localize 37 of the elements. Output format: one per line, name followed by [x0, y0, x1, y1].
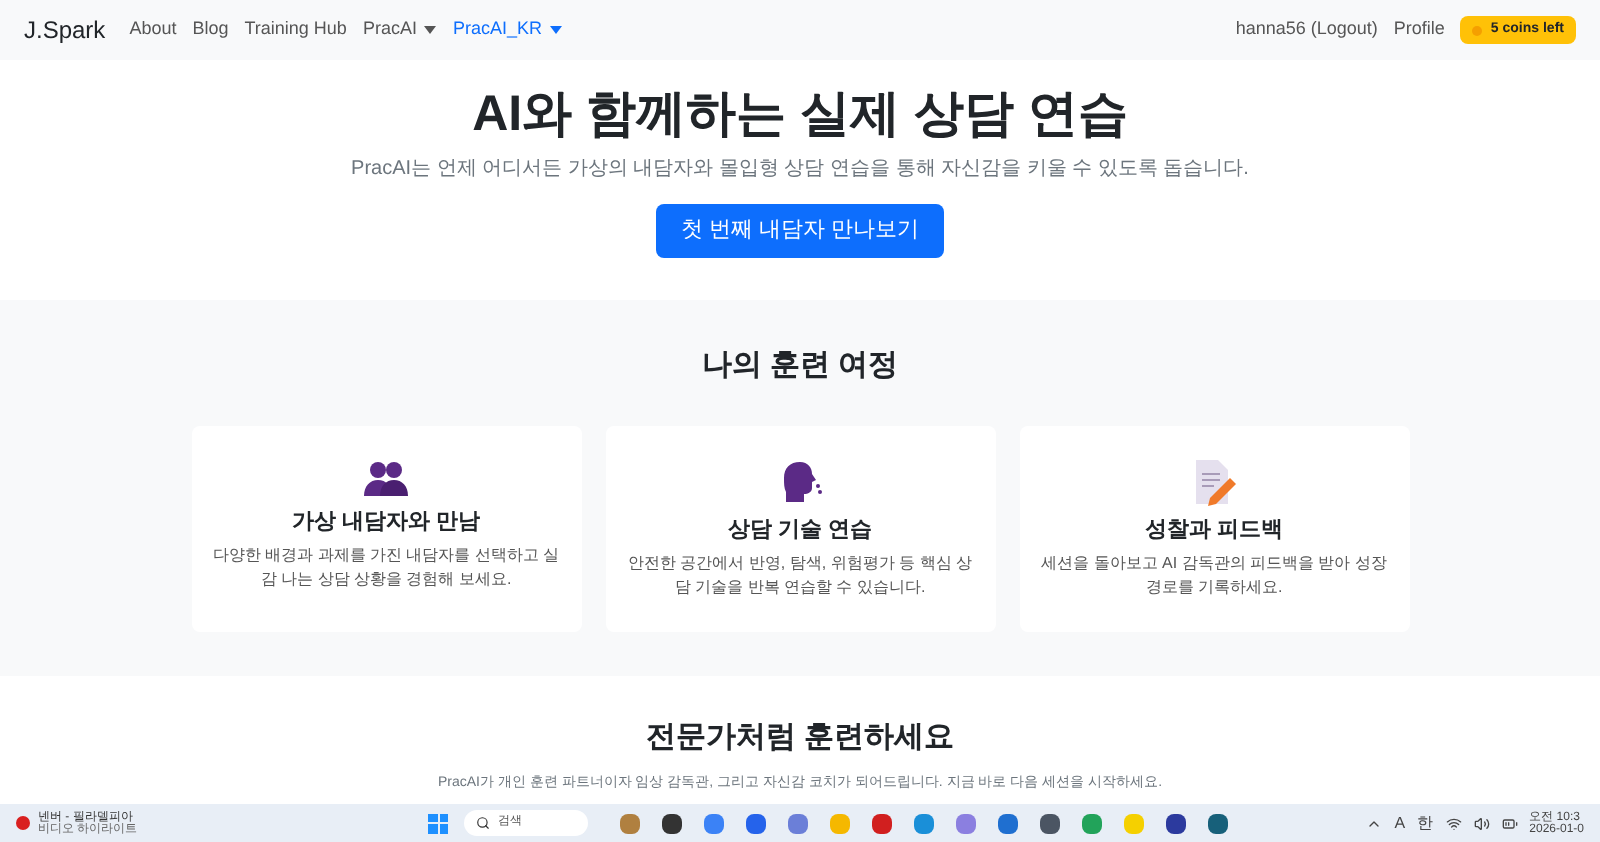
- windows-start-icon[interactable]: [428, 813, 448, 833]
- section-title: 전문가처럼 훈련하세요: [645, 718, 955, 758]
- card-text: 세션을 돌아보고 AI 감독관의 피드백을 받아 성장 경로를 기록하세요.: [1039, 552, 1389, 599]
- hero-title: AI와 함께하는 실제 상담 연습: [472, 84, 1128, 146]
- ime-indicator[interactable]: 한: [1417, 811, 1434, 835]
- card-title: 성찰과 피드백: [1144, 515, 1284, 545]
- nav-link[interactable]: PracAI: [362, 16, 437, 44]
- nav-link[interactable]: Training Hub: [244, 16, 347, 44]
- app-icon[interactable]: [1040, 813, 1060, 833]
- card-title: 상담 기술 연습: [727, 515, 873, 545]
- battery-icon: [1501, 815, 1518, 831]
- nav-link[interactable]: About: [129, 16, 177, 44]
- card-text: 다양한 배경과 과제를 가진 내담자를 선택하고 실감 나는 상담 상황을 경험해 보세요.: [210, 544, 562, 591]
- nav-link[interactable]: PracAI_KR: [452, 16, 562, 44]
- app-icon[interactable]: [1208, 813, 1228, 833]
- meet-client-button[interactable]: 첫 번째 내담자 만나보기: [656, 204, 944, 258]
- profile-link[interactable]: Profile: [1393, 16, 1445, 44]
- wifi-icon: [1445, 815, 1462, 831]
- coin-icon: [1472, 25, 1483, 35]
- volume-icon: [1473, 815, 1490, 831]
- card-title: 가상 내담자와 만남: [291, 507, 481, 537]
- lang-a[interactable]: A: [1394, 811, 1406, 835]
- app-icon[interactable]: [662, 813, 682, 833]
- caret-icon: [424, 26, 437, 34]
- card-text: 안전한 공간에서 반영, 탐색, 위험평가 등 핵심 상담 기술을 반복 연습할 수 있습니다.: [625, 552, 974, 599]
- app-icon[interactable]: [872, 813, 892, 833]
- weather-icon: [16, 816, 30, 830]
- search-icon: [476, 816, 490, 830]
- app-icon[interactable]: [1166, 813, 1186, 833]
- nav-link[interactable]: Blog: [192, 16, 229, 44]
- brand-link[interactable]: J.Spark: [24, 12, 106, 48]
- section-title: 나의 훈련 여정: [701, 346, 899, 386]
- hero-subtitle: PracAI는 언제 어디서든 가상의 내담자와 몰입형 상담 연습을 통해 자신감을 키울 수 있도록 돕습니다.: [351, 156, 1249, 185]
- caret-icon: [549, 26, 562, 34]
- people-icon: [362, 457, 410, 497]
- memo-pencil-icon: [1192, 457, 1236, 505]
- logout-link[interactable]: hanna56 (Logout): [1235, 16, 1378, 44]
